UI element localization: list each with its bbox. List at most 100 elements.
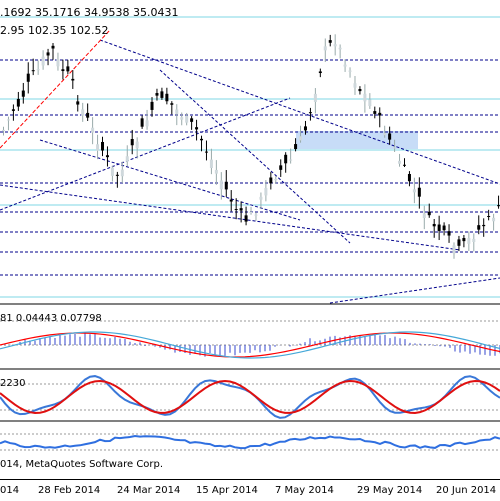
candle-body <box>472 238 476 243</box>
candle-body <box>110 167 114 176</box>
candle-body <box>150 101 154 110</box>
candle-body <box>373 111 377 114</box>
candle-body <box>289 159 293 161</box>
candle-body <box>130 139 134 146</box>
candle-body <box>21 90 25 97</box>
candle-body <box>155 93 159 96</box>
candle-body <box>135 141 139 149</box>
time-axis-label: 014 <box>0 485 20 496</box>
candle-body <box>353 83 357 88</box>
candle-body <box>412 189 416 193</box>
time-axis-label: 24 Mar 2014 <box>117 485 181 496</box>
stochastic-panel[interactable] <box>0 372 500 422</box>
candle-body <box>96 144 100 151</box>
candle-body <box>333 44 337 47</box>
time-axis-label: 15 Apr 2014 <box>196 485 258 496</box>
candle-body <box>343 64 347 67</box>
candle-body <box>46 52 50 56</box>
ohlc-header: .1692 35.1716 34.9538 35.0431 <box>0 6 179 19</box>
candle-body <box>105 155 109 158</box>
candle-body <box>120 169 124 177</box>
candle-body <box>259 196 263 200</box>
candle-body <box>175 109 179 114</box>
candle-body <box>224 181 228 190</box>
candle-body <box>338 47 342 50</box>
candle-body <box>383 133 387 136</box>
candle-body <box>140 118 144 127</box>
indicator-header: 2.95 102.35 102.52 <box>0 24 109 37</box>
candle-body <box>407 173 411 182</box>
candle-body <box>318 71 322 74</box>
candle-body <box>457 239 461 246</box>
time-axis-label: 29 May 2014 <box>357 485 423 496</box>
candle-body <box>6 119 10 121</box>
candle-body <box>313 93 317 102</box>
candle-body <box>482 224 486 227</box>
candle-body <box>363 93 367 102</box>
candle-body <box>71 78 75 81</box>
candle-body <box>393 147 397 149</box>
candle-body <box>303 126 307 131</box>
candle-body <box>358 89 362 92</box>
time-axis-label: 20 Jun 2014 <box>436 485 497 496</box>
candle-body <box>190 118 194 122</box>
candle-body <box>398 160 402 164</box>
candle-body <box>368 99 372 107</box>
candle-body <box>264 188 268 196</box>
candle-body <box>254 214 258 216</box>
time-axis-label: 7 May 2014 <box>275 485 334 496</box>
candle-body <box>249 212 253 214</box>
candle-body <box>31 70 35 72</box>
candle-body <box>487 216 491 218</box>
candle-body <box>115 174 119 176</box>
candle-body <box>36 69 40 71</box>
candle-body <box>81 109 85 116</box>
candle-body <box>41 56 45 66</box>
candle-body <box>214 169 218 174</box>
candle-body <box>452 245 456 254</box>
macd-header: 81 0.04443 0.07798 <box>0 313 102 324</box>
candle-body <box>200 138 204 141</box>
candle-body <box>422 213 426 219</box>
candle-body <box>16 98 20 107</box>
oscillator-panel[interactable] <box>0 424 500 479</box>
candle-body <box>56 59 60 67</box>
candle-body <box>51 45 55 49</box>
candle-body <box>185 115 189 123</box>
stochastic-main-line <box>0 375 500 419</box>
candle-body <box>165 93 169 102</box>
candle-body <box>348 70 352 72</box>
candle-body <box>467 238 471 244</box>
candle-body <box>477 225 481 230</box>
candle-body <box>417 187 421 197</box>
candle-body <box>323 46 327 51</box>
candle-body <box>204 151 208 153</box>
candle-body <box>402 164 406 166</box>
candle-body <box>328 40 332 43</box>
candle-body <box>244 215 248 222</box>
candle-body <box>308 112 312 114</box>
candle-body <box>234 209 238 211</box>
candle-body <box>209 159 213 168</box>
price-zone <box>296 131 418 149</box>
candle-body <box>432 223 436 227</box>
candle-body <box>462 238 466 242</box>
candle-body <box>274 178 278 181</box>
candle-body <box>11 109 15 111</box>
candle-body <box>378 112 382 116</box>
time-axis-label: 28 Feb 2014 <box>38 485 101 496</box>
candle-body <box>61 69 65 72</box>
candle-body <box>160 91 164 98</box>
price-chart[interactable] <box>0 0 500 305</box>
candle-body <box>437 224 441 231</box>
candle-body <box>239 208 243 211</box>
candle-body <box>26 73 30 82</box>
oscillator-line <box>0 435 500 450</box>
candle-body <box>284 154 288 164</box>
candle-body <box>76 101 80 105</box>
candle-body <box>269 177 273 184</box>
candle-body <box>195 127 199 130</box>
candle-body <box>180 117 184 120</box>
candle-body <box>447 231 451 236</box>
candle-body <box>388 133 392 140</box>
